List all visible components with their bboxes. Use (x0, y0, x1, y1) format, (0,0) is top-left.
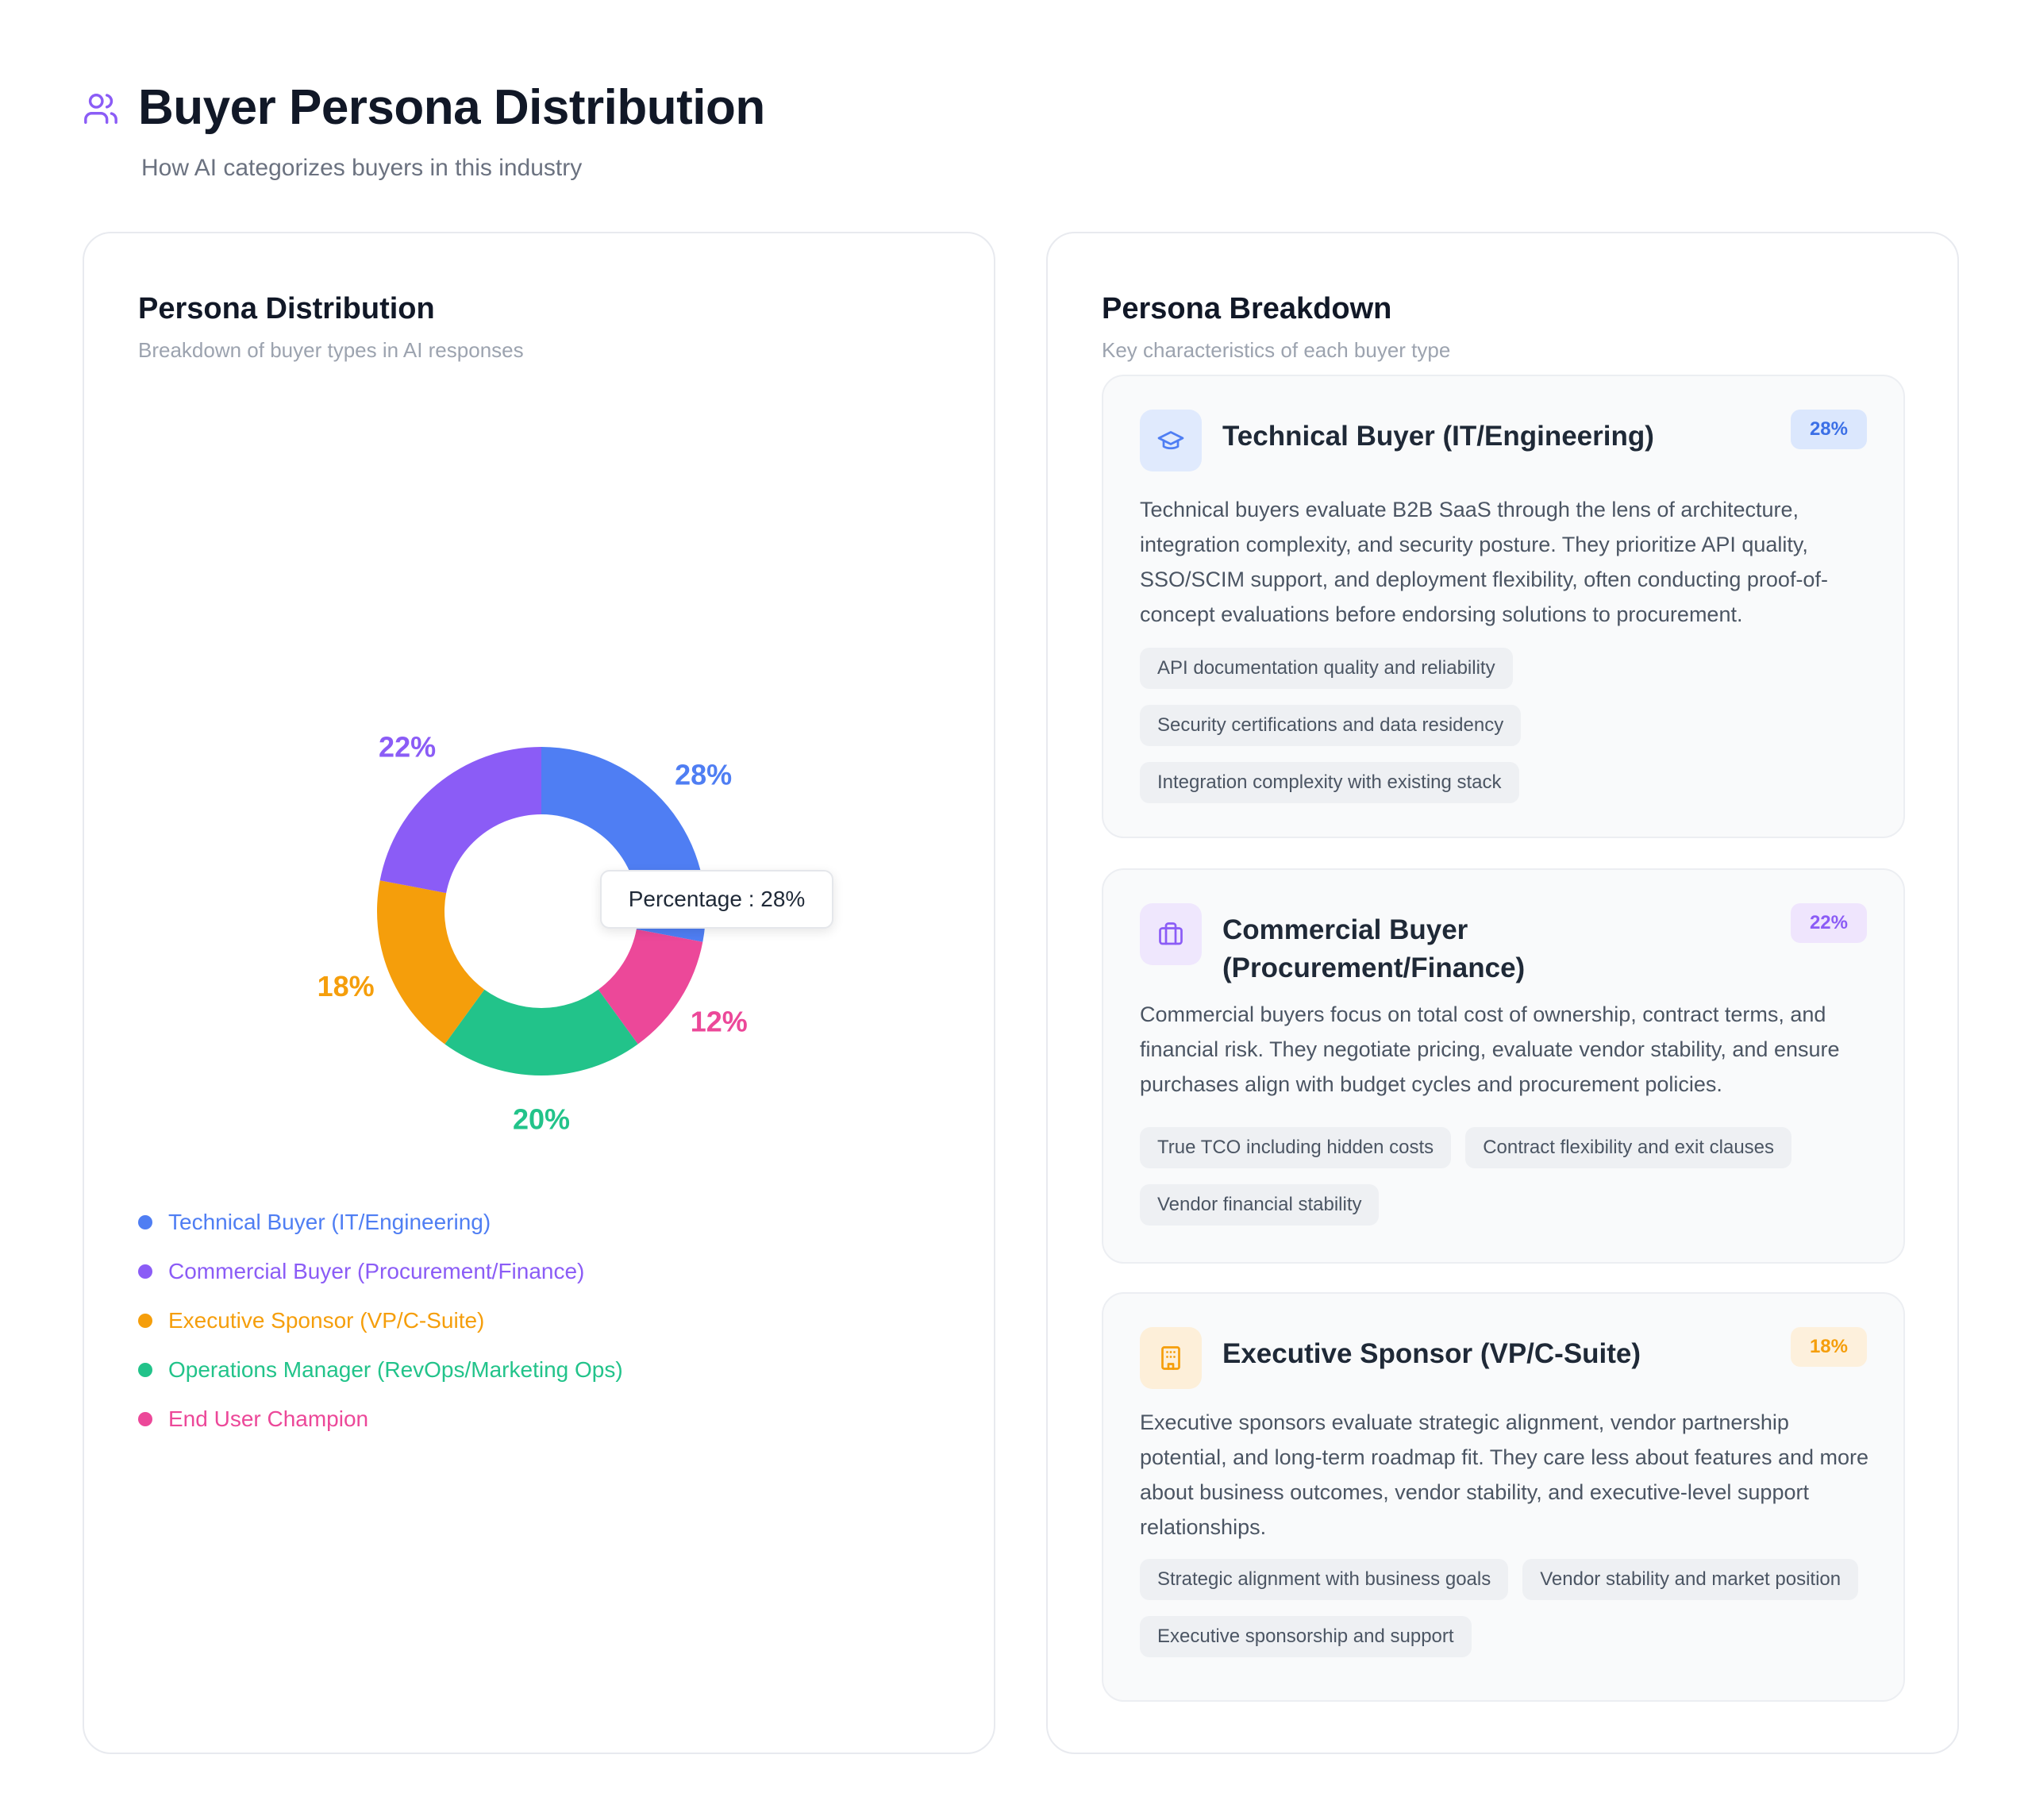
slice-data-label: 12% (691, 1006, 748, 1038)
legend-item[interactable]: End User Champion (138, 1395, 623, 1444)
persona-tags: API documentation quality and reliabilit… (1140, 648, 1886, 803)
persona-title: Executive Sponsor (VP/C-Suite) (1222, 1338, 1641, 1369)
tag: Security certifications and data residen… (1140, 705, 1522, 746)
persona-distribution-card: Persona Distribution Breakdown of buyer … (83, 232, 995, 1754)
tag: Integration complexity with existing sta… (1140, 762, 1519, 803)
tag: Executive sponsorship and support (1140, 1616, 1472, 1657)
legend-item[interactable]: Technical Buyer (IT/Engineering) (138, 1198, 623, 1247)
legend-dot (138, 1363, 152, 1377)
legend-label: Executive Sponsor (VP/C-Suite) (168, 1308, 485, 1333)
slice-data-label: 28% (675, 759, 732, 791)
donut-chart: 28% 12% 20% 18% 22% (318, 730, 748, 1136)
card-title: Persona Breakdown (1102, 292, 1392, 325)
persona-description: Commercial buyers focus on total cost of… (1140, 1002, 1840, 1096)
legend-item[interactable]: Commercial Buyer (Procurement/Finance) (138, 1247, 623, 1296)
legend-item[interactable]: Executive Sponsor (VP/C-Suite) (138, 1296, 623, 1345)
page-title: Buyer Persona Distribution (138, 80, 765, 135)
legend-item[interactable]: Operations Manager (RevOps/Marketing Ops… (138, 1345, 623, 1395)
persona-card: Commercial Buyer (Procurement/Finance) 2… (1102, 868, 1905, 1264)
persona-tags: True TCO including hidden costs Contract… (1140, 1127, 1886, 1226)
slice-data-label: 20% (513, 1103, 570, 1136)
tag: Vendor stability and market position (1522, 1559, 1859, 1600)
persona-card: Technical Buyer (IT/Engineering) 28% Tec… (1102, 375, 1905, 838)
persona-title: Commercial Buyer (Procurement/Finance) (1222, 914, 1526, 983)
slice-data-label: 22% (379, 730, 436, 763)
tag: Contract flexibility and exit clauses (1465, 1127, 1792, 1168)
chart-legend: Technical Buyer (IT/Engineering) Commerci… (138, 1198, 623, 1444)
persona-description: Executive sponsors evaluate strategic al… (1140, 1410, 1869, 1539)
legend-label: Commercial Buyer (Procurement/Finance) (168, 1259, 585, 1283)
persona-tags: Strategic alignment with business goals … (1140, 1559, 1886, 1657)
tag: Vendor financial stability (1140, 1184, 1380, 1226)
tag: API documentation quality and reliabilit… (1140, 648, 1513, 689)
building-icon (1140, 1327, 1202, 1389)
persona-description: Technical buyers evaluate B2B SaaS throu… (1140, 498, 1828, 626)
legend-label: End User Champion (168, 1406, 369, 1431)
legend-label: Technical Buyer (IT/Engineering) (168, 1210, 491, 1234)
graduation-cap-icon (1140, 410, 1202, 471)
legend-dot (138, 1264, 152, 1279)
chart-tooltip: Percentage : 28% (600, 870, 833, 929)
card-subtitle: Key characteristics of each buyer type (1102, 338, 1451, 362)
legend-dot (138, 1314, 152, 1328)
legend-dot (138, 1412, 152, 1426)
tag: Strategic alignment with business goals (1140, 1559, 1509, 1600)
percentage-badge: 22% (1790, 903, 1867, 943)
slice-data-label: 18% (318, 970, 375, 1002)
persona-title: Technical Buyer (IT/Engineering) (1222, 421, 1654, 452)
persona-breakdown-card: Persona Breakdown Key characteristics of… (1046, 232, 1959, 1754)
percentage-badge: 28% (1790, 410, 1867, 449)
legend-label: Operations Manager (RevOps/Marketing Ops… (168, 1357, 623, 1382)
page-subtitle: How AI categorizes buyers in this indust… (141, 155, 583, 181)
legend-dot (138, 1215, 152, 1229)
persona-card: Executive Sponsor (VP/C-Suite) 18% Execu… (1102, 1292, 1905, 1702)
donut-slice[interactable] (379, 747, 541, 894)
page-header: Buyer Persona Distribution How AI catego… (83, 79, 1194, 190)
percentage-badge: 18% (1790, 1327, 1867, 1367)
users-icon (84, 94, 117, 124)
briefcase-icon (1140, 903, 1202, 965)
tag: True TCO including hidden costs (1140, 1127, 1452, 1168)
